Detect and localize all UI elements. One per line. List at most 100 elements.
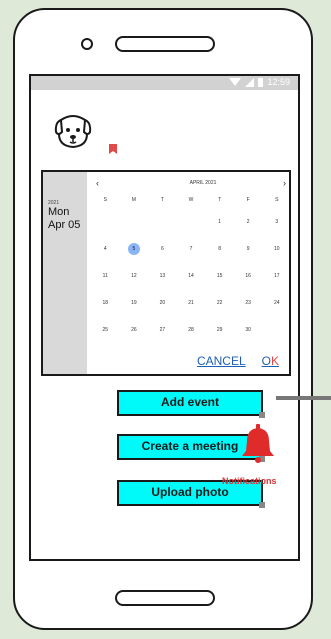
calendar-day-label: 15 — [216, 272, 223, 279]
calendar-day[interactable]: 8 — [205, 243, 234, 255]
calendar-week-row: 11 12 13 14 15 16 17 — [91, 262, 291, 289]
calendar-day[interactable]: 21 — [177, 297, 206, 309]
calendar-day[interactable]: 2 — [234, 216, 263, 228]
calendar-day[interactable]: 3 — [262, 216, 291, 228]
ok-label-o: O — [261, 354, 271, 368]
calendar-day-label — [99, 215, 111, 227]
calendar-day-label: 29 — [216, 326, 223, 333]
calendar-day-label: 18 — [102, 299, 109, 306]
calendar-week-row: 4 5 6 7 8 9 10 — [91, 235, 291, 262]
calendar-day-label: 23 — [245, 299, 251, 306]
calendar-day[interactable]: 17 — [262, 270, 291, 282]
calendar-empty-cell — [148, 215, 177, 229]
calendar-empty-cell — [91, 215, 120, 229]
calendar-week-row: 25 26 27 28 29 30 — [91, 316, 291, 343]
cancel-button[interactable]: CANCEL — [197, 354, 246, 368]
calendar-day-label: 19 — [131, 299, 137, 306]
calendar-day-label: 21 — [188, 299, 194, 306]
phone-screen: 12:59 2021 Mon Apr 05 ‹ APRIL 2021 › SMT… — [29, 74, 300, 561]
date-picker: 2021 Mon Apr 05 ‹ APRIL 2021 › SMTWTFS 1… — [41, 170, 291, 376]
picker-actions: CANCEL OK — [197, 354, 279, 368]
button-corner — [259, 502, 265, 508]
calendar-day[interactable]: 23 — [234, 297, 263, 309]
weekday-header: M — [131, 197, 136, 203]
calendar-day[interactable]: 4 — [91, 243, 120, 255]
calendar-day-label: 13 — [159, 272, 166, 279]
calendar-day[interactable]: 18 — [91, 297, 120, 309]
calendar-day[interactable]: 14 — [177, 270, 206, 282]
weekday-header: F — [246, 197, 250, 203]
calendar-day[interactable]: 28 — [177, 324, 206, 336]
ok-button[interactable]: OK — [262, 354, 279, 368]
calendar-day[interactable]: 16 — [234, 270, 263, 282]
camera-icon — [81, 38, 93, 50]
status-time: 12:59 — [267, 77, 290, 87]
calendar-day-label: 28 — [188, 326, 194, 333]
create-meeting-label: Create a meeting — [141, 439, 239, 453]
calendar-day-label: 16 — [245, 272, 251, 279]
calendar-day-label: 11 — [102, 272, 108, 279]
calendar-day[interactable]: 25 — [91, 324, 120, 336]
calendar-day-label: 27 — [159, 326, 166, 333]
prev-month-icon[interactable]: ‹ — [96, 178, 99, 188]
calendar-day-label: 2 — [246, 218, 250, 225]
home-button[interactable] — [115, 590, 215, 606]
calendar-day[interactable]: 7 — [177, 243, 206, 255]
battery-icon — [258, 77, 264, 87]
calendar-day[interactable]: 9 — [234, 243, 263, 255]
calendar-day-label: 20 — [159, 299, 166, 306]
picker-weekday: Mon — [48, 206, 70, 218]
wifi-icon — [229, 78, 242, 86]
notifications-label[interactable]: Notifications — [222, 476, 277, 486]
calendar-day-label: 4 — [103, 245, 107, 252]
add-event-button[interactable]: Add event — [117, 390, 265, 418]
button-corner — [259, 412, 265, 418]
calendar-day-label: 17 — [273, 272, 280, 279]
calendar-day-label: 12 — [131, 272, 137, 279]
calendar-day-label: 3 — [275, 218, 279, 225]
date-picker-header: 2021 Mon Apr 05 — [43, 172, 87, 374]
calendar-day-label — [156, 215, 168, 227]
calendar-day[interactable]: 24 — [262, 297, 291, 309]
calendar-day[interactable]: 29 — [205, 324, 234, 336]
calendar-day[interactable]: 12 — [120, 270, 149, 282]
ok-label-k: K — [270, 354, 279, 368]
calendar-grid: SMTWTFS 1 2 3 4 5 6 7 8 9 10 11 12 13 14 15 16 17 18 19 20 2… — [91, 192, 291, 343]
calendar-day[interactable]: 19 — [120, 297, 149, 309]
calendar-day-label: 6 — [161, 245, 164, 252]
weekday-header: S — [103, 197, 107, 203]
calendar-day[interactable]: 1 — [205, 216, 234, 228]
calendar-day-label: 26 — [131, 326, 137, 333]
status-bar: 12:59 — [31, 76, 298, 90]
calendar-day[interactable]: 26 — [120, 324, 149, 336]
calendar-day[interactable]: 6 — [148, 243, 177, 255]
calendar-day[interactable]: 20 — [148, 297, 177, 309]
calendar-week-row: 1 2 3 — [91, 208, 291, 235]
calendar-day[interactable]: 13 — [148, 270, 177, 282]
calendar-day-label: 24 — [273, 299, 280, 306]
calendar-day[interactable]: 27 — [148, 324, 177, 336]
bookmark-icon[interactable] — [109, 144, 117, 154]
calendar-day[interactable]: 10 — [262, 243, 291, 255]
calendar-day-label: 25 — [102, 326, 109, 333]
calendar-day-label: 1 — [218, 218, 221, 225]
bell-icon[interactable] — [240, 423, 276, 463]
calendar-day-label: 9 — [246, 245, 250, 252]
weekday-header: W — [188, 197, 194, 203]
calendar-week-row: 18 19 20 21 22 23 24 — [91, 289, 291, 316]
next-month-icon[interactable]: › — [283, 178, 286, 188]
calendar-day-label: 14 — [188, 272, 194, 279]
calendar-day-label: 7 — [189, 245, 193, 252]
phone-frame: 12:59 2021 Mon Apr 05 ‹ APRIL 2021 › SMT… — [13, 8, 313, 630]
calendar-empty-cell — [177, 215, 206, 229]
add-event-label: Add event — [160, 395, 219, 409]
annotation-connector — [276, 396, 331, 400]
calendar-day-label — [271, 323, 283, 335]
dog-avatar-icon[interactable] — [53, 110, 93, 150]
calendar-day[interactable]: 5 — [120, 242, 149, 255]
calendar-day[interactable]: 30 — [234, 324, 263, 336]
calendar-day-label: 10 — [273, 245, 280, 252]
calendar-day[interactable]: 15 — [205, 270, 234, 282]
calendar-day[interactable]: 11 — [91, 270, 120, 282]
calendar-day[interactable]: 22 — [205, 297, 234, 309]
